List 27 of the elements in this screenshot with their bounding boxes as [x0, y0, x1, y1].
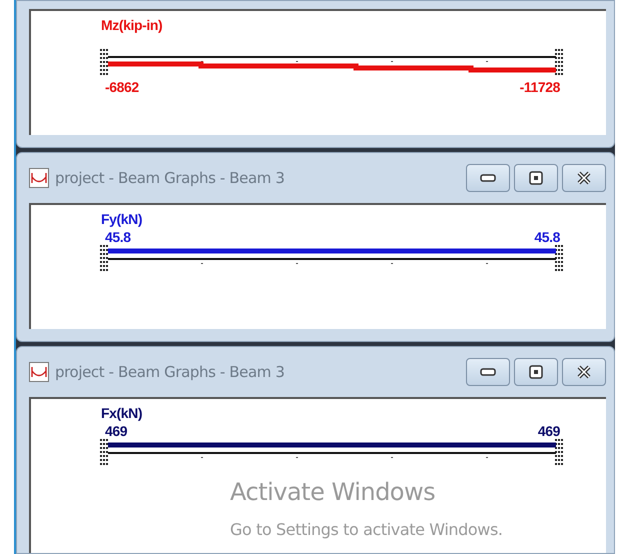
close-button[interactable]: [562, 164, 606, 192]
maximize-button[interactable]: [514, 164, 558, 192]
close-icon: [576, 171, 592, 185]
maximize-icon: [529, 171, 543, 185]
graph-label: Fy(kN): [101, 211, 142, 227]
window-title: project - Beam Graphs - Beam 3: [55, 169, 286, 187]
minimize-icon: [480, 368, 496, 376]
activation-title: Activate Windows: [230, 478, 436, 506]
start-value: 45.8: [105, 229, 131, 245]
end-value: 45.8: [534, 229, 560, 245]
end-value: -11728: [520, 79, 560, 95]
graph-label: Fx(kN): [101, 405, 142, 421]
graph-icon: [29, 168, 49, 188]
minimize-button[interactable]: [466, 164, 510, 192]
maximize-icon: [529, 365, 543, 379]
window-title: project - Beam Graphs - Beam 3: [55, 363, 286, 381]
close-button[interactable]: [562, 358, 606, 386]
end-value: 469: [538, 423, 560, 439]
minimize-icon: [480, 174, 496, 182]
close-icon: [576, 365, 592, 379]
graph-icon: [29, 362, 49, 382]
minimize-button[interactable]: [466, 358, 510, 386]
start-value: 469: [105, 423, 128, 439]
maximize-button[interactable]: [514, 358, 558, 386]
graph-label: Mz(kip-in): [101, 17, 162, 33]
activation-message: Go to Settings to activate Windows.: [230, 520, 503, 539]
start-value: -6862: [105, 79, 139, 95]
